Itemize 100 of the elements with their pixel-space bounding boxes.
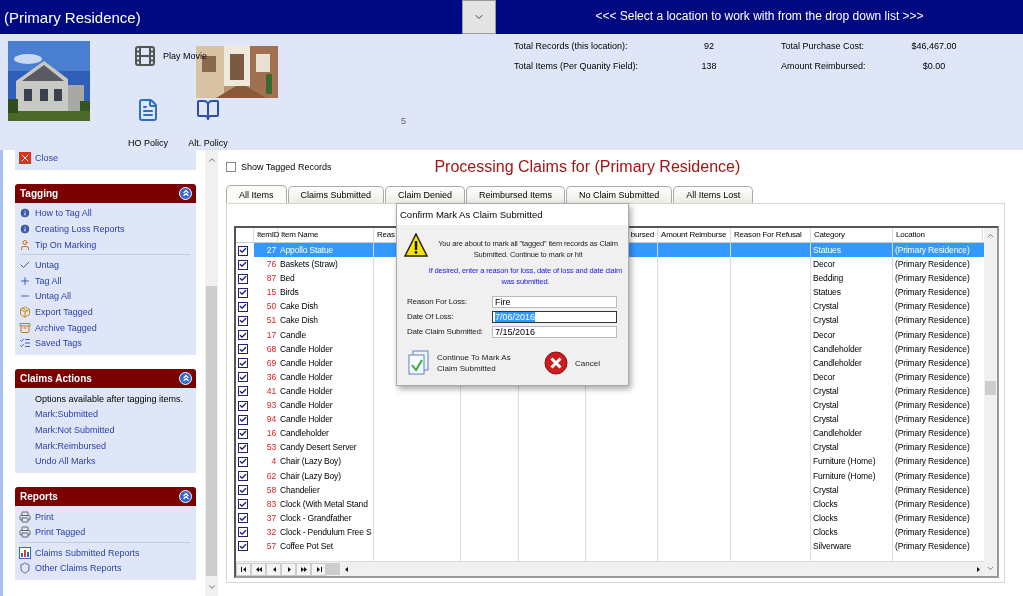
table-cell: Furniture (Home) bbox=[813, 456, 876, 467]
tab[interactable]: All Items Lost bbox=[673, 186, 754, 203]
collapse-button[interactable] bbox=[179, 186, 192, 200]
table-row[interactable]: 93 Candle Holder Crystal (Primary Residence) bbox=[236, 398, 984, 413]
navigation-button[interactable] bbox=[266, 562, 281, 576]
table-cell: Appollo Statue bbox=[280, 245, 334, 255]
sidebar-link[interactable]: Undo All Marks bbox=[35, 456, 96, 467]
table-row[interactable]: 57 Coffee Pot Set Silverware (Primary Residence) bbox=[236, 538, 984, 554]
tag-checkbox[interactable] bbox=[238, 513, 248, 524]
tab[interactable]: All Items bbox=[226, 185, 287, 203]
tab[interactable]: Reimbursed Items bbox=[466, 186, 566, 203]
chevron-down-icon[interactable] bbox=[986, 564, 995, 573]
sidebar-link[interactable]: Tip On Marking bbox=[35, 239, 97, 250]
sidebar-link[interactable]: Other Claims Reports bbox=[35, 563, 122, 574]
tag-checkbox[interactable] bbox=[238, 400, 248, 411]
collapse-button[interactable] bbox=[179, 489, 192, 503]
table-row[interactable]: 4 Chair (Lazy Boy) Furniture (Home) (Primary Residence) bbox=[236, 454, 984, 469]
navigation-button[interactable] bbox=[311, 562, 326, 576]
sidebar-link[interactable]: Mark:Submitted bbox=[35, 409, 99, 420]
tag-checkbox[interactable] bbox=[238, 245, 248, 256]
scrollbar-thumb[interactable] bbox=[206, 286, 217, 576]
tab[interactable]: Claim Denied bbox=[385, 186, 466, 203]
continue-button[interactable]: Continue To Mark As Claim Submitted bbox=[408, 350, 528, 376]
navigation-button[interactable] bbox=[236, 562, 251, 576]
stat-label: Total Items (Per Quanity Field): bbox=[514, 61, 640, 72]
sidebar-link[interactable]: Claims Submitted Reports bbox=[35, 547, 140, 558]
scrollbar-thumb[interactable] bbox=[326, 563, 340, 575]
tag-checkbox[interactable] bbox=[238, 301, 248, 312]
navigation-button[interactable] bbox=[296, 562, 311, 576]
show-tagged-checkbox[interactable]: Show Tagged Records bbox=[226, 162, 332, 172]
tag-checkbox[interactable] bbox=[238, 372, 248, 383]
package-icon bbox=[18, 305, 31, 318]
tab[interactable]: No Claim Submitted bbox=[566, 186, 673, 203]
table-cell: 16 bbox=[266, 428, 276, 439]
sidebar-link[interactable]: Saved Tags bbox=[35, 338, 82, 349]
chevron-up-icon[interactable] bbox=[986, 231, 995, 240]
tag-checkbox[interactable] bbox=[238, 428, 248, 439]
sidebar-link[interactable]: Tag All bbox=[35, 275, 62, 286]
tag-checkbox[interactable] bbox=[238, 287, 248, 298]
table-row[interactable]: 94 Candle Holder Crystal (Primary Residence) bbox=[236, 412, 984, 427]
tag-checkbox[interactable] bbox=[238, 358, 248, 369]
book-icon[interactable] bbox=[196, 98, 220, 122]
sidebar-link[interactable]: Untag All bbox=[35, 291, 72, 302]
tag-checkbox[interactable] bbox=[238, 344, 248, 355]
sidebar-link[interactable]: Print Tagged bbox=[35, 527, 86, 538]
tag-checkbox[interactable] bbox=[238, 471, 248, 481]
scrollbar[interactable] bbox=[205, 150, 218, 596]
table-cell: Candleholder bbox=[280, 428, 329, 439]
sidebar-link[interactable]: Archive Tagged bbox=[35, 322, 97, 333]
tag-checkbox[interactable] bbox=[238, 442, 248, 453]
tag-checkbox[interactable] bbox=[238, 499, 248, 510]
checklist-icon bbox=[18, 337, 31, 350]
chevron-down-icon[interactable] bbox=[206, 582, 217, 592]
scrollbar[interactable] bbox=[984, 228, 997, 576]
sidebar-link[interactable]: Close bbox=[35, 152, 58, 163]
input-field[interactable]: Fire bbox=[492, 296, 617, 308]
cancel-button[interactable]: Cancel bbox=[544, 351, 600, 375]
chevron-up-icon[interactable] bbox=[206, 155, 217, 165]
tag-checkbox[interactable] bbox=[238, 527, 248, 538]
tag-checkbox[interactable] bbox=[238, 386, 248, 397]
input-field[interactable]: 7/15/2016 bbox=[492, 326, 617, 338]
table-cell: 27 bbox=[266, 245, 276, 255]
stat-label: Amount Reimbursed: bbox=[781, 61, 867, 72]
table-cell: (Primary Residence) bbox=[895, 301, 970, 312]
table-row[interactable]: 32 Clock - Pendulum Free S Clocks (Primary Residence) bbox=[236, 524, 984, 539]
sidebar-link[interactable]: Export Tagged bbox=[35, 306, 93, 317]
column-header: ItemID bbox=[257, 229, 280, 241]
tag-checkbox[interactable] bbox=[238, 273, 248, 284]
tag-checkbox[interactable] bbox=[238, 414, 248, 425]
tag-checkbox[interactable] bbox=[238, 330, 248, 341]
stat-value: $46,467.00 bbox=[911, 41, 957, 52]
table-row[interactable]: 83 Clock (With Metal Stand Clocks (Primary Residence) bbox=[236, 496, 984, 511]
tag-checkbox[interactable] bbox=[238, 541, 248, 552]
sidebar-link[interactable]: How to Tag All bbox=[35, 208, 92, 219]
navigation-button[interactable] bbox=[251, 562, 266, 576]
table-row[interactable]: 16 Candleholder Candleholder (Primary Residence) bbox=[236, 426, 984, 441]
tag-checkbox[interactable] bbox=[238, 315, 248, 326]
chart-icon bbox=[18, 546, 31, 559]
table-row[interactable]: 62 Chair (Lazy Boy) Furniture (Home) (Primary Residence) bbox=[236, 468, 984, 483]
sidebar-link[interactable]: Creating Loss Reports bbox=[35, 224, 125, 234]
table-cell: Statues bbox=[813, 245, 841, 255]
scrollbar-thumb[interactable] bbox=[985, 381, 996, 395]
sidebar-note: Options available after tagging items. bbox=[35, 393, 184, 404]
collapse-button[interactable] bbox=[179, 371, 192, 385]
film-reel-icon[interactable] bbox=[133, 44, 157, 68]
tag-checkbox[interactable] bbox=[238, 259, 248, 270]
sidebar-link[interactable]: Mark:Reimbursed bbox=[35, 440, 107, 451]
table-row[interactable]: 58 Chandelier Crystal (Primary Residence) bbox=[236, 482, 984, 497]
table-row[interactable]: 53 Candy Desert Server Crystal (Primary Residence) bbox=[236, 440, 984, 455]
navigation-button[interactable] bbox=[281, 562, 296, 576]
dialog-title: Confirm Mark As Claim Submitted bbox=[397, 204, 628, 225]
tag-checkbox[interactable] bbox=[238, 456, 248, 467]
sidebar-link[interactable]: Print bbox=[35, 511, 54, 522]
tag-checkbox[interactable] bbox=[238, 485, 248, 496]
tab[interactable]: Claims Submitted bbox=[287, 186, 385, 203]
sidebar-link[interactable]: Mark:Not Submitted bbox=[35, 424, 115, 435]
prev-icon bbox=[342, 565, 350, 573]
table-row[interactable]: 37 Clock - Grandfather Clocks (Primary Residence) bbox=[236, 510, 984, 525]
document-icon[interactable] bbox=[136, 98, 160, 122]
sidebar-link[interactable]: Untag bbox=[35, 260, 60, 271]
